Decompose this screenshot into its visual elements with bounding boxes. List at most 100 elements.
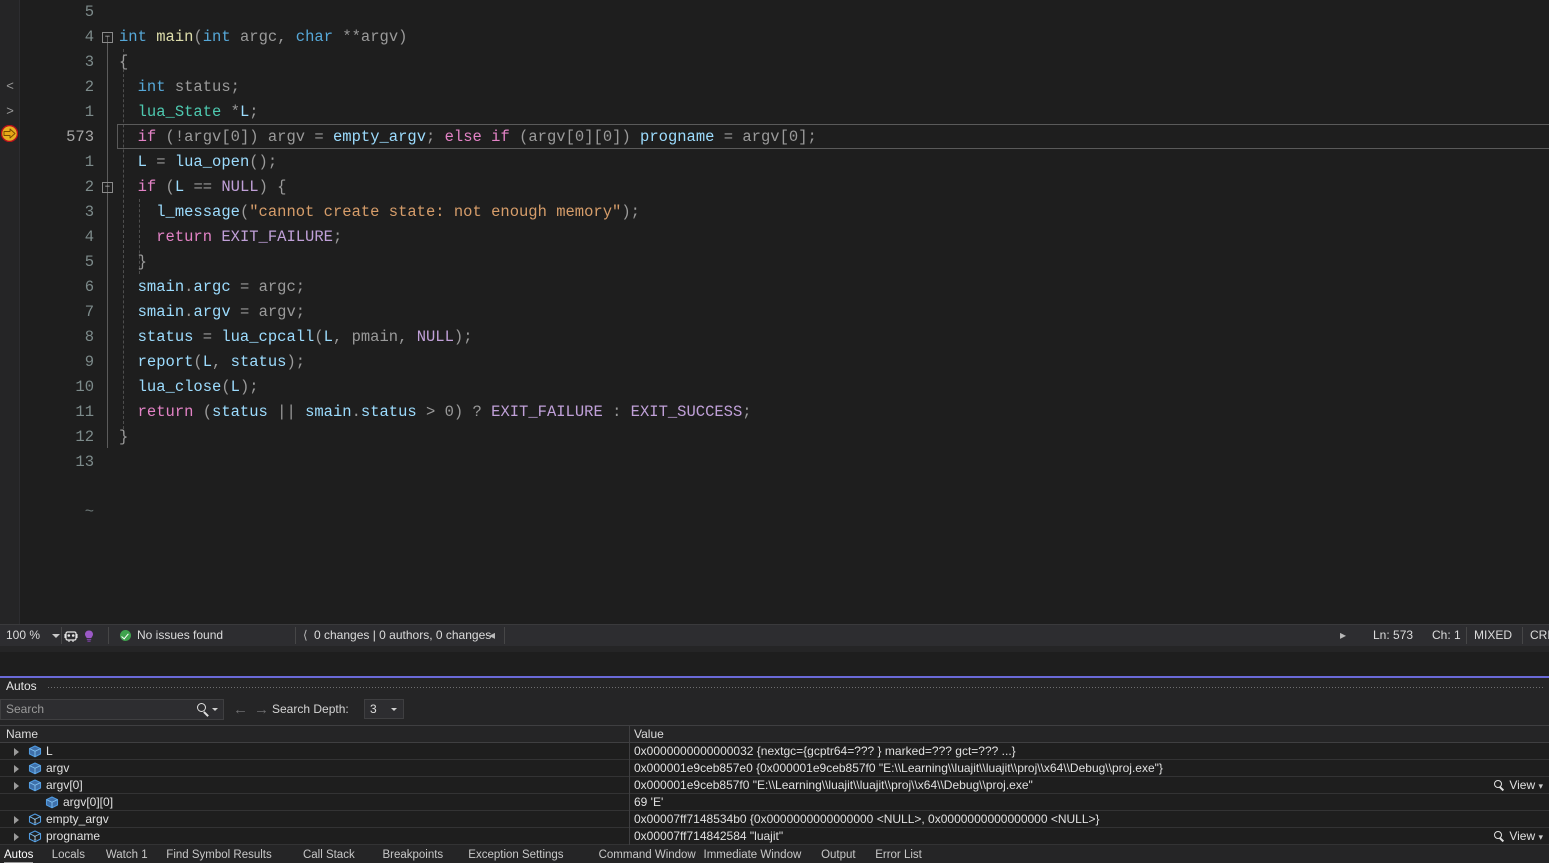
table-row[interactable]: 1 progname 0x00007ff714842584 "luajit" Vie…: [0, 828, 1549, 845]
variable-name[interactable]: argv[0]: [46, 777, 83, 794]
tab-autos[interactable]: Autos: [4, 847, 34, 863]
code-line[interactable]: 5 }: [20, 250, 1549, 275]
editor-status-bar: 100 % No issues found ⟨ 0 changes | 0 au…: [0, 624, 1549, 646]
search-depth-caret[interactable]: [391, 708, 397, 711]
statusbar-expand-icon[interactable]: ▸: [1340, 625, 1346, 646]
table-row[interactable]: argv[0] 0x000001e9ceb857f0 "E:\\Learning\…: [0, 777, 1549, 794]
expand-chevron-icon[interactable]: [14, 782, 19, 790]
search-next-icon[interactable]: →: [254, 701, 269, 718]
tab-locals[interactable]: Locals: [52, 847, 85, 863]
tab-immediate-window[interactable]: Immediate Window: [704, 847, 802, 863]
variable-name[interactable]: progname: [46, 828, 100, 845]
changes-collapse-left-icon[interactable]: ⟨: [303, 625, 308, 646]
variable-name[interactable]: empty_argv: [46, 811, 109, 828]
code-surface[interactable]: 5 4− int main(int argc, char **argv) 3{2 in…: [20, 0, 1549, 624]
zoom-dropdown-caret[interactable]: [52, 634, 60, 638]
tab-output[interactable]: Output: [821, 847, 856, 863]
encoding-mode[interactable]: MIXED: [1474, 625, 1512, 646]
nav-back-icon[interactable]: <: [2, 78, 18, 94]
code-line[interactable]: 1 lua_State *L;: [20, 100, 1549, 125]
column-resize-handle[interactable]: [629, 726, 630, 743]
expand-chevron-icon[interactable]: [14, 765, 19, 773]
variable-value[interactable]: 0x00007ff7148534b0 {0x0000000000000000 <…: [634, 811, 1100, 828]
search-prev-icon[interactable]: ←: [233, 701, 248, 718]
variable-cube-icon: [28, 779, 42, 792]
debug-robot-icon[interactable]: [64, 629, 78, 643]
value-visualizer-button[interactable]: View ▾: [1493, 828, 1543, 845]
row-column-divider: [629, 794, 630, 811]
search-input[interactable]: [6, 700, 186, 719]
expand-chevron-icon[interactable]: [14, 833, 19, 841]
tab-call-stack[interactable]: Call Stack: [303, 847, 355, 863]
source-control-changes[interactable]: 0 changes | 0 authors, 0 changes: [314, 625, 491, 646]
variable-value[interactable]: 0x000001e9ceb857e0 {0x000001e9ceb857f0 "…: [634, 760, 1163, 777]
variable-name[interactable]: argv: [46, 760, 69, 777]
line-endings[interactable]: CRL: [1530, 625, 1549, 646]
value-visualizer-button[interactable]: View ▾: [1493, 777, 1543, 794]
search-options-caret[interactable]: [212, 708, 218, 711]
code-line[interactable]: 3 l_message("cannot create state: not en…: [20, 200, 1549, 225]
panel-drag-grip[interactable]: [48, 687, 1545, 688]
search-icon[interactable]: [197, 703, 210, 716]
statusbar-divider-4: [504, 627, 505, 644]
tab-watch-1[interactable]: Watch 1: [106, 847, 148, 863]
code-line[interactable]: 10 lua_close(L);: [20, 375, 1549, 400]
variable-name[interactable]: L: [46, 743, 53, 760]
row-column-divider: [629, 777, 630, 794]
code-line[interactable]: 4 return EXIT_FAILURE;: [20, 225, 1549, 250]
view-label: View: [1509, 829, 1536, 843]
code-line[interactable]: 2− if (L == NULL) {: [20, 175, 1549, 200]
code-line[interactable]: 1 L = lua_open();: [20, 150, 1549, 175]
issues-status[interactable]: No issues found: [137, 625, 223, 646]
variables-grid-body[interactable]: L 0x0000000000000032 {nextgc={gcptr64=???…: [0, 743, 1549, 846]
cursor-column: Ch: 1: [1432, 628, 1461, 642]
execution-pointer-icon[interactable]: [1, 125, 18, 142]
tab-error-list[interactable]: Error List: [875, 847, 922, 863]
tab-find-symbol-results[interactable]: Find Symbol Results: [166, 847, 271, 863]
view-dropdown-caret[interactable]: ▾: [1538, 781, 1543, 791]
tab-exception-settings[interactable]: Exception Settings: [468, 847, 563, 863]
variable-value[interactable]: 0x000001e9ceb857f0 "E:\\Learning\\luajit…: [634, 777, 1033, 794]
fold-toggle-icon[interactable]: −: [102, 32, 113, 43]
code-line[interactable]: 6 smain.argc = argc;: [20, 275, 1549, 300]
zoom-level[interactable]: 100 %: [6, 625, 40, 646]
search-box[interactable]: [0, 699, 224, 720]
code-line[interactable]: 12}: [20, 425, 1549, 450]
code-line[interactable]: 2 int status;: [20, 75, 1549, 100]
line-number: 3: [84, 203, 94, 221]
splitter-bar[interactable]: [0, 646, 1549, 652]
column-header-value[interactable]: Value: [634, 726, 664, 743]
lightbulb-icon[interactable]: [82, 629, 96, 643]
statusbar-divider-2: [108, 627, 109, 644]
code-line[interactable]: 3{: [20, 50, 1549, 75]
editor-glyph-margin[interactable]: < >: [0, 0, 20, 624]
table-row[interactable]: 1 empty_argv 0x00007ff7148534b0 {0x0000000…: [0, 811, 1549, 828]
table-row[interactable]: argv[0][0] 69 'E': [0, 794, 1549, 811]
code-line[interactable]: 5: [20, 0, 1549, 25]
code-editor[interactable]: < > 5 4− int main(int argc, char **argv) 3{…: [0, 0, 1549, 624]
code-line[interactable]: 8 status = lua_cpcall(L, pmain, NULL);: [20, 325, 1549, 350]
variable-value[interactable]: 0x00007ff714842584 "luajit": [634, 828, 783, 845]
variable-name[interactable]: argv[0][0]: [63, 794, 113, 811]
variable-value[interactable]: 69 'E': [634, 794, 663, 811]
nav-forward-icon[interactable]: >: [2, 103, 18, 119]
changes-collapse-right-icon[interactable]: ◂: [489, 625, 495, 646]
view-dropdown-caret[interactable]: ▾: [1538, 832, 1543, 842]
column-header-name[interactable]: Name: [6, 726, 38, 743]
table-row[interactable]: L 0x0000000000000032 {nextgc={gcptr64=???…: [0, 743, 1549, 760]
panel-splitter[interactable]: [0, 646, 1549, 676]
expand-chevron-icon[interactable]: [14, 816, 19, 824]
table-row[interactable]: argv 0x000001e9ceb857e0 {0x000001e9ceb857…: [0, 760, 1549, 777]
fold-toggle-icon[interactable]: −: [102, 182, 113, 193]
code-line[interactable]: 11 return (status || smain.status > 0) ?…: [20, 400, 1549, 425]
code-line[interactable]: 13: [20, 450, 1549, 475]
tab-breakpoints[interactable]: Breakpoints: [382, 847, 443, 863]
code-line[interactable]: 9 report(L, status);: [20, 350, 1549, 375]
expand-chevron-icon[interactable]: [14, 748, 19, 756]
code-line[interactable]: 573 if (!argv[0]) argv = empty_argv; els…: [20, 125, 1549, 150]
code-line[interactable]: 7 smain.argv = argv;: [20, 300, 1549, 325]
search-depth-combo[interactable]: 3: [364, 699, 404, 719]
variable-value[interactable]: 0x0000000000000032 {nextgc={gcptr64=??? …: [634, 743, 1016, 760]
code-line[interactable]: 4− int main(int argc, char **argv): [20, 25, 1549, 50]
tab-command-window[interactable]: Command Window: [599, 847, 696, 863]
